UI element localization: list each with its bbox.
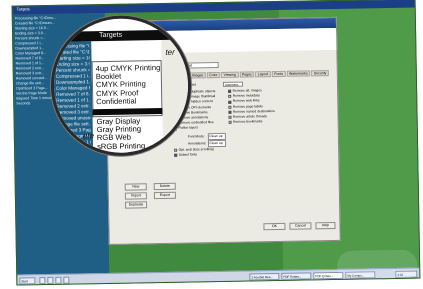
quicklaunch-ie-icon[interactable] [39, 277, 46, 285]
tab-images[interactable]: Images [189, 72, 206, 79]
monitor-photo: Targets Processing file "C:\Docu... Creat… [11, 0, 423, 288]
tab-watermarks[interactable]: Watermarks [286, 70, 311, 77]
unchecked-checkbox-icon[interactable] [228, 121, 232, 125]
task-item-acrobat[interactable]: 3 Acrobat Rea... [249, 272, 280, 281]
cancel-button[interactable]: Cancel [289, 222, 312, 230]
tab-viewing[interactable]: Viewing [221, 71, 239, 78]
font-rows: Font Mode: Clean up Annotations: Clean up [187, 132, 226, 148]
option-label: Remove bookmarks [233, 119, 263, 124]
quicklaunch-media-icon[interactable] [55, 276, 62, 284]
option-row[interactable]: Remove bookmarks [228, 119, 275, 125]
title-bar-text: Targets [16, 6, 30, 12]
targets-list-lower: Gray Display Gray Printing RGB Web sRGB Pri… [95, 116, 146, 151]
magnified-fragment-2: ate [82, 131, 95, 141]
quicklaunch-folder-icon[interactable] [47, 276, 54, 285]
targets-selection-bar [92, 107, 163, 116]
font-row-label: Font Mode: [187, 134, 205, 139]
new-button[interactable]: New [124, 183, 147, 191]
screen-glare [336, 249, 418, 281]
magnifier-lens: Processing file "C:\Docu... Created file … [49, 14, 193, 157]
task-item-pdf-enhancer-1[interactable]: PDF Enhan... [281, 272, 312, 280]
duplicate-button[interactable]: Duplicate [125, 201, 148, 209]
target-item[interactable]: sRGB Printing [95, 141, 145, 151]
checked-checkbox-icon[interactable] [174, 154, 178, 158]
ok-button[interactable]: OK [263, 222, 286, 231]
delete-button[interactable]: Delete [153, 182, 176, 191]
target-item[interactable]: Confidential [94, 96, 192, 106]
checked-checkbox-icon[interactable] [228, 110, 232, 114]
checked-checkbox-icon[interactable] [228, 89, 232, 93]
quicklaunch-mail-icon[interactable] [63, 276, 70, 284]
unchecked-checkbox-icon[interactable] [228, 115, 232, 119]
unchecked-checkbox-icon[interactable] [228, 105, 232, 109]
tab-pages[interactable]: Pages [239, 71, 255, 78]
help-button[interactable]: Help [315, 221, 336, 230]
font-row-label: Annotations: [187, 141, 207, 146]
option-label: Subset fonts [178, 152, 198, 157]
checked-checkbox-icon[interactable] [228, 100, 232, 104]
targets-list: 4up CMYK Printing Booklet CMYK Printing CMY… [94, 63, 193, 106]
mode-select[interactable]: Automatic [222, 81, 244, 87]
tab-security[interactable]: Security [311, 70, 329, 77]
unchecked-checkbox-icon[interactable] [228, 95, 232, 99]
tab-fonts[interactable]: Fonts [271, 70, 286, 78]
right-options: Remove alt. images Remove metadata Remove … [228, 88, 275, 125]
tab-strip: GeneralImagesColorViewingPagesLayoutFont… [170, 70, 329, 79]
tab-layout[interactable]: Layout [255, 71, 271, 78]
tab-color[interactable]: Color [206, 71, 221, 79]
option-row[interactable]: Subset fonts [174, 152, 214, 158]
import-button[interactable]: Import [124, 192, 147, 200]
export-button[interactable]: Export [153, 191, 176, 200]
start-button[interactable]: Start [19, 277, 36, 285]
magnified-log-line: Seconds [57, 145, 75, 151]
magnified-fragment-1: ter [165, 47, 175, 57]
